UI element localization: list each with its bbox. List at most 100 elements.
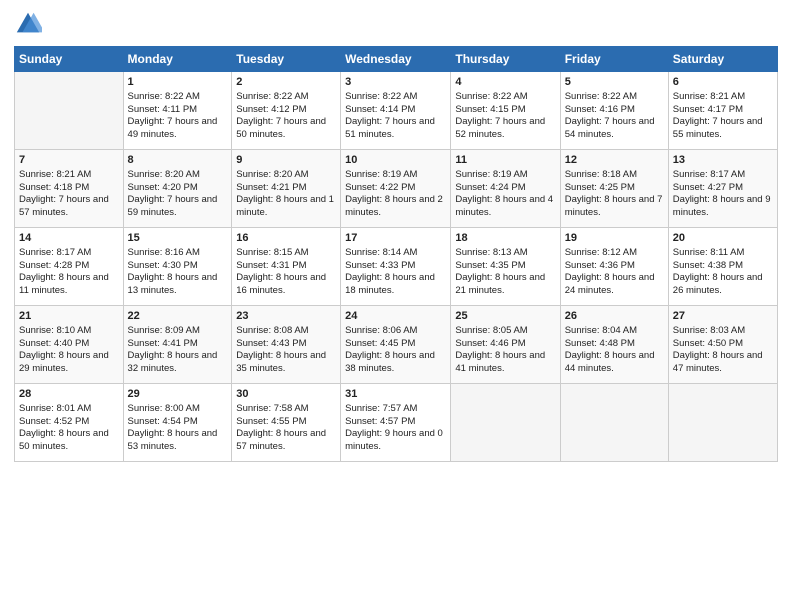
daylight: Daylight: 7 hours and 52 minutes.: [455, 116, 545, 140]
day-number: 15: [128, 231, 228, 246]
sunset: Sunset: 4:57 PM: [345, 416, 415, 427]
day-number: 6: [673, 75, 773, 90]
day-cell: 4Sunrise: 8:22 AMSunset: 4:15 PMDaylight…: [451, 72, 560, 150]
sunset: Sunset: 4:46 PM: [455, 338, 525, 349]
day-number: 20: [673, 231, 773, 246]
day-cell: 30Sunrise: 7:58 AMSunset: 4:55 PMDayligh…: [232, 384, 341, 462]
sunset: Sunset: 4:41 PM: [128, 338, 198, 349]
sunrise: Sunrise: 8:06 AM: [345, 325, 417, 336]
day-cell: 27Sunrise: 8:03 AMSunset: 4:50 PMDayligh…: [668, 306, 777, 384]
sunrise: Sunrise: 8:09 AM: [128, 325, 200, 336]
daylight: Daylight: 8 hours and 24 minutes.: [565, 272, 655, 296]
day-cell: 9Sunrise: 8:20 AM Sunset: 4:21 PMDaylight…: [232, 150, 341, 228]
day-cell: 26Sunrise: 8:04 AMSunset: 4:48 PMDayligh…: [560, 306, 668, 384]
sunrise: Sunrise: 8:17 AM: [673, 169, 745, 180]
header: [14, 10, 778, 38]
sunset: Sunset: 4:28 PM: [19, 260, 89, 271]
sunset: Sunset: 4:54 PM: [128, 416, 198, 427]
sunset: Sunset: 4:25 PM: [565, 182, 635, 193]
daylight: Daylight: 8 hours and 7 minutes.: [565, 194, 663, 218]
sunrise: Sunrise: 7:58 AM: [236, 403, 308, 414]
sunrise: Sunrise: 8:22 AM: [565, 91, 637, 102]
day-cell: 7Sunrise: 8:21 AMSunset: 4:18 PMDaylight…: [15, 150, 124, 228]
day-number: 4: [455, 75, 555, 90]
daylight: Daylight: 7 hours and 55 minutes.: [673, 116, 763, 140]
sunrise: Sunrise: 8:22 AM: [236, 91, 308, 102]
week-row-2: 14Sunrise: 8:17 AM Sunset: 4:28 PM Dayligh…: [15, 228, 778, 306]
sunrise: Sunrise: 8:17 AM: [19, 247, 91, 258]
day-cell: 19Sunrise: 8:12 AMSunset: 4:36 PMDayligh…: [560, 228, 668, 306]
day-cell: 29Sunrise: 8:00 AM Sunset: 4:54 PMDayligh…: [123, 384, 232, 462]
day-number: 17: [345, 231, 446, 246]
day-number: 1: [128, 75, 228, 90]
sunset: Sunset: 4:35 PM: [455, 260, 525, 271]
sunset: Sunset: 4:50 PM: [673, 338, 743, 349]
day-cell: [15, 72, 124, 150]
week-row-4: 28Sunrise: 8:01 AMSunset: 4:52 PMDayligh…: [15, 384, 778, 462]
header-friday: Friday: [560, 47, 668, 72]
day-cell: 24Sunrise: 8:06 AMSunset: 4:45 PMDayligh…: [341, 306, 451, 384]
day-number: 26: [565, 309, 664, 324]
day-number: 18: [455, 231, 555, 246]
sunset: Sunset: 4:22 PM: [345, 182, 415, 193]
daylight: Daylight: 8 hours and 13 minutes.: [128, 272, 218, 296]
day-number: 21: [19, 309, 119, 324]
day-number: 3: [345, 75, 446, 90]
day-cell: 14Sunrise: 8:17 AMSunset: 4:28 PMDayligh…: [15, 228, 124, 306]
sunrise: Sunrise: 8:19 AM: [345, 169, 417, 180]
daylight: Daylight: 8 hours and 32 minutes.: [128, 350, 218, 374]
day-cell: 21Sunrise: 8:10 AM Sunset: 4:40 PMDayligh…: [15, 306, 124, 384]
sunrise: Sunrise: 8:14 AM: [345, 247, 417, 258]
sunrise: Sunrise: 8:00 AM: [128, 403, 200, 414]
sunset: Sunset: 4:24 PM: [455, 182, 525, 193]
daylight: Daylight: 8 hours and 57 minutes.: [236, 428, 326, 452]
daylight: Daylight: 7 hours and 59 minutes.: [128, 194, 218, 218]
day-number: 14: [19, 231, 119, 246]
daylight: Daylight: 7 hours and 57 minutes.: [19, 194, 109, 218]
sunset: Sunset: 4:18 PM: [19, 182, 89, 193]
day-cell: 2Sunrise: 8:22 AMSunset: 4:12 PMDaylight…: [232, 72, 341, 150]
week-row-3: 21Sunrise: 8:10 AMSunset: 4:40 PMDayligh…: [15, 306, 778, 384]
sunrise: Sunrise: 8:13 AM: [455, 247, 527, 258]
sunrise: Sunrise: 8:21 AM: [673, 91, 745, 102]
day-number: 2: [236, 75, 336, 90]
day-cell: 12Sunrise: 8:18 AMSunset: 4:25 PMDayligh…: [560, 150, 668, 228]
day-cell: 28Sunrise: 8:01 AMSunset: 4:52 PMDayligh…: [15, 384, 124, 462]
sunrise: Sunrise: 8:20 AM: [236, 169, 308, 180]
day-number: 30: [236, 387, 336, 402]
day-cell: 6Sunrise: 8:21 AMSunset: 4:17 PMDaylight…: [668, 72, 777, 150]
day-cell: 17Sunrise: 8:14 AMSunset: 4:33 PMDayligh…: [341, 228, 451, 306]
sunrise: Sunrise: 8:10 AM: [19, 325, 91, 336]
sunset: Sunset: 4:43 PM: [236, 338, 306, 349]
day-number: 9: [236, 153, 336, 168]
sunrise: Sunrise: 8:22 AM: [455, 91, 527, 102]
day-number: 27: [673, 309, 773, 324]
daylight: Daylight: 8 hours and 2 minutes.: [345, 194, 443, 218]
sunrise: Sunrise: 8:22 AM: [128, 91, 200, 102]
sunset: Sunset: 4:30 PM: [128, 260, 198, 271]
daylight: Daylight: 8 hours and 21 minutes.: [455, 272, 545, 296]
daylight: Daylight: 8 hours and 47 minutes.: [673, 350, 763, 374]
day-cell: [560, 384, 668, 462]
header-thursday: Thursday: [451, 47, 560, 72]
sunset: Sunset: 4:16 PM: [565, 104, 635, 115]
day-number: 29: [128, 387, 228, 402]
day-number: 16: [236, 231, 336, 246]
day-cell: [668, 384, 777, 462]
sunset: Sunset: 4:48 PM: [565, 338, 635, 349]
day-cell: 15Sunrise: 8:16 AMSunset: 4:30 PMDayligh…: [123, 228, 232, 306]
sunset: Sunset: 4:21 PM: [236, 182, 306, 193]
daylight: Daylight: 8 hours and 16 minutes.: [236, 272, 326, 296]
header-wednesday: Wednesday: [341, 47, 451, 72]
daylight: Daylight: 7 hours and 50 minutes.: [236, 116, 326, 140]
sunset: Sunset: 4:40 PM: [19, 338, 89, 349]
daylight: Daylight: 8 hours and 1 minute.: [236, 194, 334, 218]
sunset: Sunset: 4:20 PM: [128, 182, 198, 193]
calendar-table: SundayMondayTuesdayWednesdayThursdayFrid…: [14, 46, 778, 462]
day-number: 7: [19, 153, 119, 168]
sunrise: Sunrise: 8:08 AM: [236, 325, 308, 336]
daylight: Daylight: 8 hours and 26 minutes.: [673, 272, 763, 296]
daylight: Daylight: 8 hours and 50 minutes.: [19, 428, 109, 452]
daylight: Daylight: 8 hours and 29 minutes.: [19, 350, 109, 374]
daylight: Daylight: 8 hours and 53 minutes.: [128, 428, 218, 452]
